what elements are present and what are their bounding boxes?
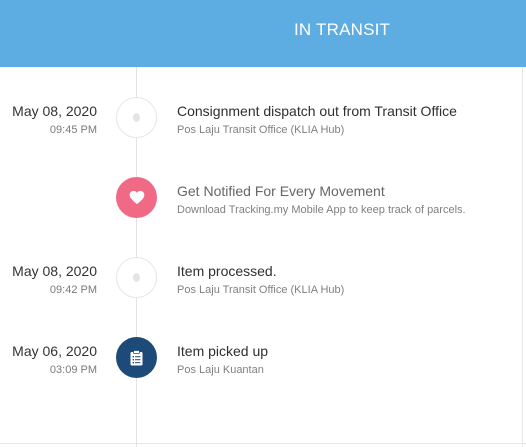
promo-description: Download Tracking.my Mobile App to keep … — [177, 204, 466, 216]
timeline-event-dispatch: May 08, 2020 09:45 PM Consignment dispat… — [0, 97, 526, 163]
event-time: 03:09 PM — [49, 364, 97, 376]
timeline-node — [116, 257, 157, 298]
event-time: 09:45 PM — [49, 124, 97, 136]
bottom-border — [0, 443, 526, 444]
clipboard-icon — [130, 349, 143, 365]
timeline-event-picked-up: May 06, 2020 03:09 PM Item picked up Pos… — [0, 337, 526, 403]
timeline-event-promo[interactable]: Get Notified For Every Movement Download… — [0, 177, 526, 243]
event-location: Pos Laju Transit Office (KLIA Hub) — [177, 124, 345, 136]
event-title: Consignment dispatch out from Transit Of… — [177, 103, 457, 119]
timeline-node — [116, 177, 157, 218]
timeline-event-processed: May 08, 2020 09:42 PM Item processed. Po… — [0, 257, 526, 323]
event-title: Item picked up — [177, 343, 269, 359]
event-location: Pos Laju Kuantan — [177, 364, 264, 376]
timeline-node — [116, 337, 157, 378]
event-time: 09:42 PM — [49, 284, 97, 296]
status-title: IN TRANSIT — [294, 20, 391, 39]
timeline-node — [116, 97, 157, 138]
event-location: Pos Laju Transit Office (KLIA Hub) — [177, 284, 345, 296]
dot-icon — [133, 273, 140, 282]
promo-title[interactable]: Get Notified For Every Movement — [177, 183, 385, 199]
event-date: May 08, 2020 — [12, 263, 97, 279]
event-date: May 06, 2020 — [12, 343, 97, 359]
dot-icon — [133, 113, 140, 122]
event-date: May 08, 2020 — [12, 103, 97, 119]
event-title: Item processed. — [177, 263, 277, 279]
heart-icon — [129, 190, 144, 205]
status-header: IN TRANSIT — [0, 0, 526, 67]
